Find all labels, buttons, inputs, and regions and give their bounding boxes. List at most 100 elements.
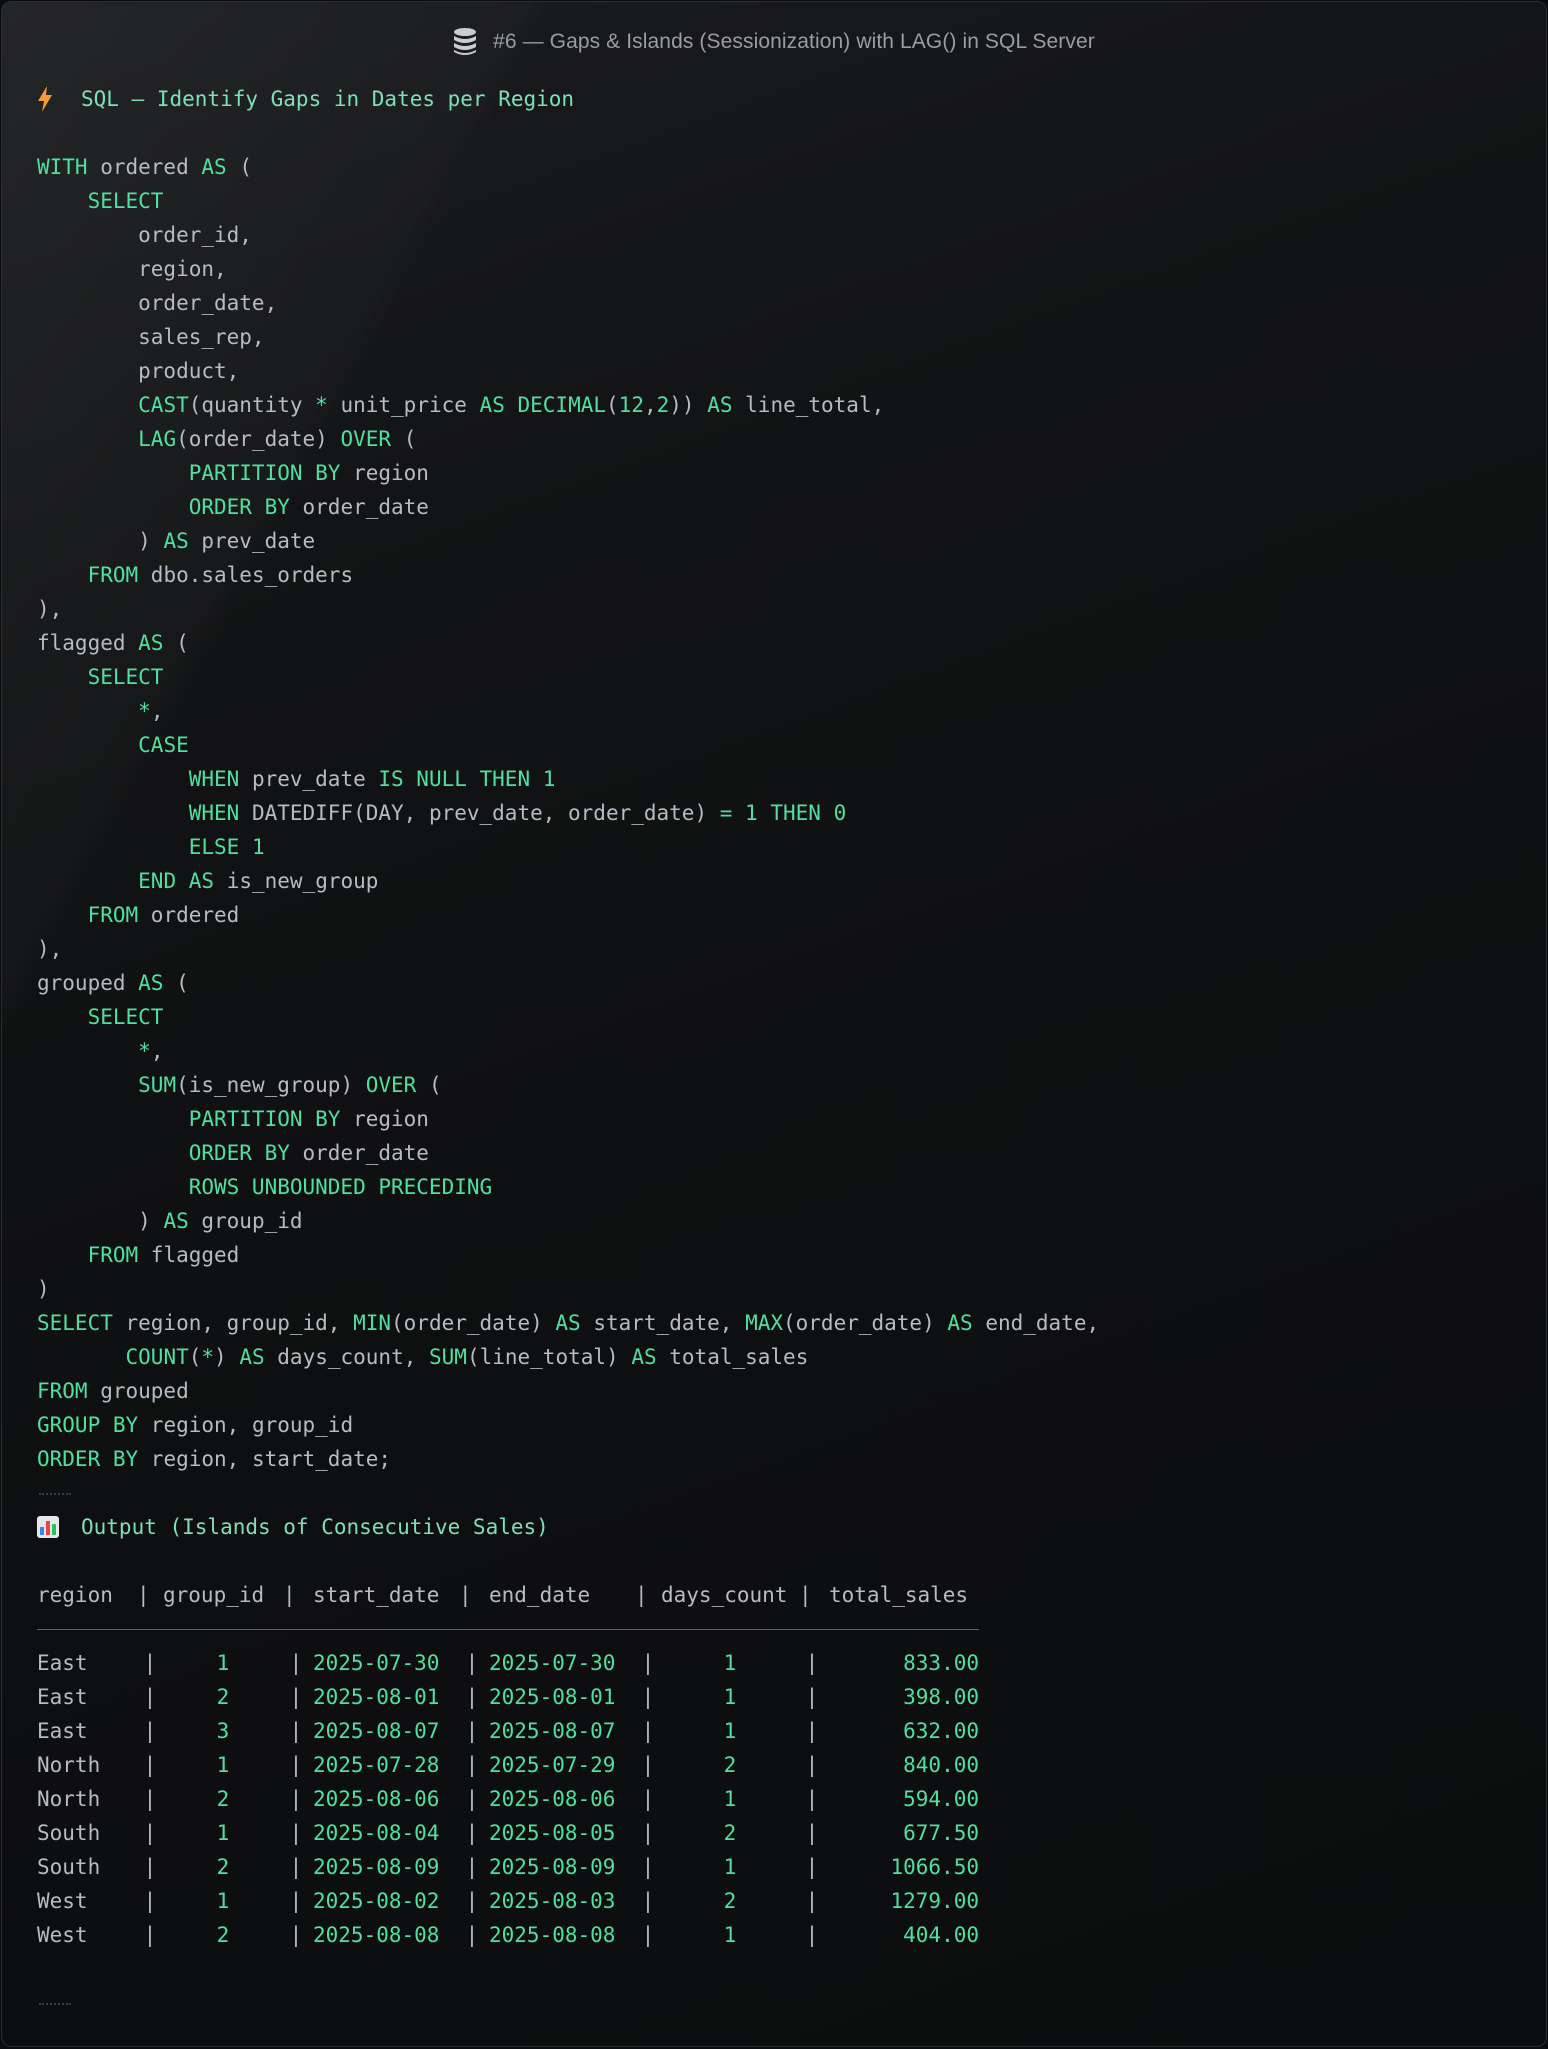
lightning-icon — [37, 86, 59, 112]
cell-region: West — [37, 1889, 88, 1913]
code-line: flagged AS ( — [37, 626, 1526, 660]
code-token: grouped — [37, 971, 139, 995]
code-token: SELECT — [87, 189, 164, 213]
code-line: WHEN DATEDIFF(DAY, prev_date, order_date… — [37, 796, 1526, 830]
cell-total-sales: 677.50 — [903, 1821, 979, 1845]
code-token: order_date — [289, 1141, 429, 1165]
code-token: )) — [669, 393, 708, 417]
results-body: East | 1 | 2025-07-30 | 2025-07-30 | 1 | 833.00 Eas… — [37, 1646, 979, 1952]
cell-start-date: 2025-08-07 — [313, 1719, 440, 1743]
code-token: GROUP BY — [37, 1413, 139, 1437]
code-token: days_count, — [264, 1345, 430, 1369]
code-token: PARTITION BY — [188, 461, 341, 485]
code-token: ( — [163, 631, 189, 655]
code-token: ( — [188, 1345, 202, 1369]
code-token: product, — [37, 359, 240, 383]
cell-group-id: 1 — [216, 1651, 230, 1675]
code-token: ROWS UNBOUNDED PRECEDING — [188, 1175, 493, 1199]
cell-end-date: 2025-08-09 — [489, 1855, 616, 1879]
cell-total-sales: 398.00 — [903, 1685, 979, 1709]
code-token: ) — [37, 529, 164, 553]
code-token: WITH — [37, 155, 88, 179]
code-token: ORDER BY — [188, 1141, 290, 1165]
code-token: AS — [188, 869, 215, 893]
code-token: ( — [163, 971, 189, 995]
cell-group-id: 2 — [216, 1685, 230, 1709]
table-row: East | 1 | 2025-07-30 | 2025-07-30 | 1 | 833.00 — [37, 1646, 979, 1680]
cell-group-id: 2 — [216, 1923, 230, 1947]
code-token: SUM — [138, 1073, 177, 1097]
code-window: #6 — Gaps & Islands (Sessionization) wit… — [1, 1, 1547, 2047]
code-token: 2 — [656, 393, 670, 417]
code-token: * — [315, 393, 328, 417]
cell-start-date: 2025-08-08 — [313, 1923, 440, 1947]
code-token: 0 — [833, 801, 847, 825]
cell-end-date: 2025-08-05 — [489, 1821, 616, 1845]
code-token: WHEN — [188, 767, 240, 791]
cell-total-sales: 594.00 — [903, 1787, 979, 1811]
code-token: group_id — [188, 1209, 303, 1233]
cell-total-sales: 833.00 — [903, 1651, 979, 1675]
code-token: ), — [37, 937, 63, 961]
code-token: order_id, — [37, 223, 252, 247]
code-token: , — [150, 699, 164, 723]
code-line: CAST(quantity * unit_price AS DECIMAL(12… — [37, 388, 1526, 422]
code-line: ORDER BY order_date — [37, 490, 1526, 524]
code-token: OVER — [340, 427, 392, 451]
table-row: South | 1 | 2025-08-04 | 2025-08-05 | 2 | 677.50 — [37, 1816, 979, 1850]
code-token: AS — [239, 1345, 265, 1369]
code-token: is_new_group — [214, 869, 379, 893]
code-token: AS — [555, 1311, 581, 1335]
cell-start-date: 2025-08-06 — [313, 1787, 440, 1811]
code-token: total_sales — [656, 1345, 809, 1369]
code-line: END AS is_new_group — [37, 864, 1526, 898]
code-token: DECIMAL — [517, 393, 607, 417]
cell-days-count: 1 — [723, 1719, 737, 1743]
cell-group-id: 1 — [216, 1889, 230, 1913]
code-token: sales_rep, — [37, 325, 265, 349]
code-token: LAG — [138, 427, 177, 451]
code-line: WITH ordered AS ( — [37, 150, 1526, 184]
code-token: SELECT — [37, 1311, 113, 1335]
cell-region: South — [37, 1855, 101, 1879]
code-token: ) — [37, 1277, 50, 1301]
code-token: start_date, — [580, 1311, 746, 1335]
code-token: AS — [138, 631, 164, 655]
code-token: SELECT — [87, 665, 164, 689]
code-token: = — [719, 801, 733, 825]
code-token: MAX — [745, 1311, 783, 1335]
code-line: region, — [37, 252, 1526, 286]
code-token: FROM — [87, 1243, 139, 1267]
code-token: (order_date) — [783, 1311, 948, 1335]
cell-region: East — [37, 1685, 88, 1709]
column-header-start-date: start_date — [313, 1583, 440, 1607]
code-token: order_date, — [37, 291, 278, 315]
table-row: West | 2 | 2025-08-08 | 2025-08-08 | 1 | 404.00 — [37, 1918, 979, 1952]
code-line: ORDER BY region, start_date; — [37, 1442, 1526, 1476]
table-row: East | 3 | 2025-08-07 | 2025-08-07 | 1 | 632.00 — [37, 1714, 979, 1748]
cell-days-count: 2 — [723, 1753, 737, 1777]
code-token: END — [138, 869, 177, 893]
cell-group-id: 1 — [216, 1753, 230, 1777]
cell-days-count: 1 — [723, 1923, 737, 1947]
results-table: region | group_id | start_date | end_dat… — [37, 1578, 979, 1952]
cell-group-id: 3 — [216, 1719, 230, 1743]
code-token: 1 — [542, 767, 556, 791]
cell-end-date: 2025-08-01 — [489, 1685, 616, 1709]
code-line: ) — [37, 1272, 1526, 1306]
cell-region: North — [37, 1787, 101, 1811]
cell-days-count: 1 — [723, 1651, 737, 1675]
code-token: AS — [707, 393, 733, 417]
